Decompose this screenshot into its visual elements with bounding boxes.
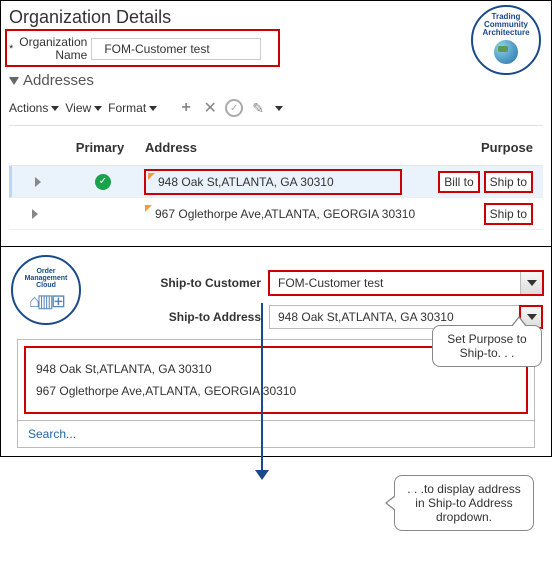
address-text: 948 Oak St,ATLANTA, GA 30310 [158,175,334,189]
order-management-cloud-badge: Order Management Cloud ⌂▥⊞ [11,255,81,325]
view-menu[interactable]: View [65,101,102,115]
addresses-heading: Addresses [23,72,94,89]
column-primary: Primary [55,140,145,155]
expand-section-icon[interactable] [9,77,19,85]
organization-details-panel: Organization Details Trading Community A… [1,1,551,247]
address-text: 967 Oglethorpe Ave,ATLANTA, GEORGIA 3031… [155,207,415,221]
expand-row-icon[interactable] [18,177,58,187]
globe-icon [494,40,518,64]
shipto-address-label: Ship-to Address [149,310,269,324]
addresses-toolbar: Actions View Format [9,95,543,126]
purpose-tag: Ship to [484,171,533,193]
column-address: Address [145,140,447,155]
trading-community-architecture-badge: Trading Community Architecture [471,5,541,75]
table-row[interactable]: ✓ 948 Oak St,ATLANTA, GA 30310 Bill to S… [9,166,543,198]
arrow-down-icon [255,470,269,480]
caret-down-icon [94,106,102,111]
purpose-tag: Ship to [484,203,533,225]
shipto-customer-value: FOM-Customer test [270,272,520,294]
callout-set-purpose: Set Purpose to Ship-to. . . [432,325,542,367]
caret-down-icon [51,106,59,111]
purpose-tag: Bill to [438,171,479,193]
addresses-table: Primary Address Purpose ✓ 948 Oak St,ATL… [9,126,543,238]
add-icon[interactable] [177,99,195,117]
required-star-icon: * [9,43,13,55]
actions-menu[interactable]: Actions [9,101,59,115]
dropdown-search-link[interactable]: Search... [18,420,534,447]
organization-name-input[interactable]: FOM-Customer test [91,38,261,60]
approve-icon[interactable] [225,99,243,117]
primary-check-icon: ✓ [95,174,111,190]
delete-icon[interactable] [201,99,219,117]
caret-down-icon [149,106,157,111]
caret-down-icon [527,314,537,320]
shipto-customer-select[interactable]: FOM-Customer test [269,271,543,295]
edit-flag-icon [145,205,152,212]
dropdown-button[interactable] [520,272,542,294]
expand-row-icon[interactable] [15,209,55,219]
dropdown-item[interactable]: 967 Oglethorpe Ave,ATLANTA, GEORGIA 3031… [34,380,518,402]
caret-down-icon [527,280,537,286]
organization-name-label: Organization Name [19,36,87,62]
shipto-customer-label: Ship-to Customer [149,276,269,290]
buildings-icon: ⌂▥⊞ [29,291,63,312]
edit-flag-icon [148,173,155,180]
format-menu[interactable]: Format [108,101,157,115]
callout-display-address: . . .to display address in Ship-to Addre… [394,475,534,531]
connector-line [261,303,263,473]
edit-icon[interactable] [249,99,267,117]
caret-down-icon[interactable] [275,106,283,111]
column-purpose: Purpose [447,140,537,155]
table-row[interactable]: 967 Oglethorpe Ave,ATLANTA, GEORGIA 3031… [9,198,543,230]
page-title: Organization Details [9,7,543,28]
